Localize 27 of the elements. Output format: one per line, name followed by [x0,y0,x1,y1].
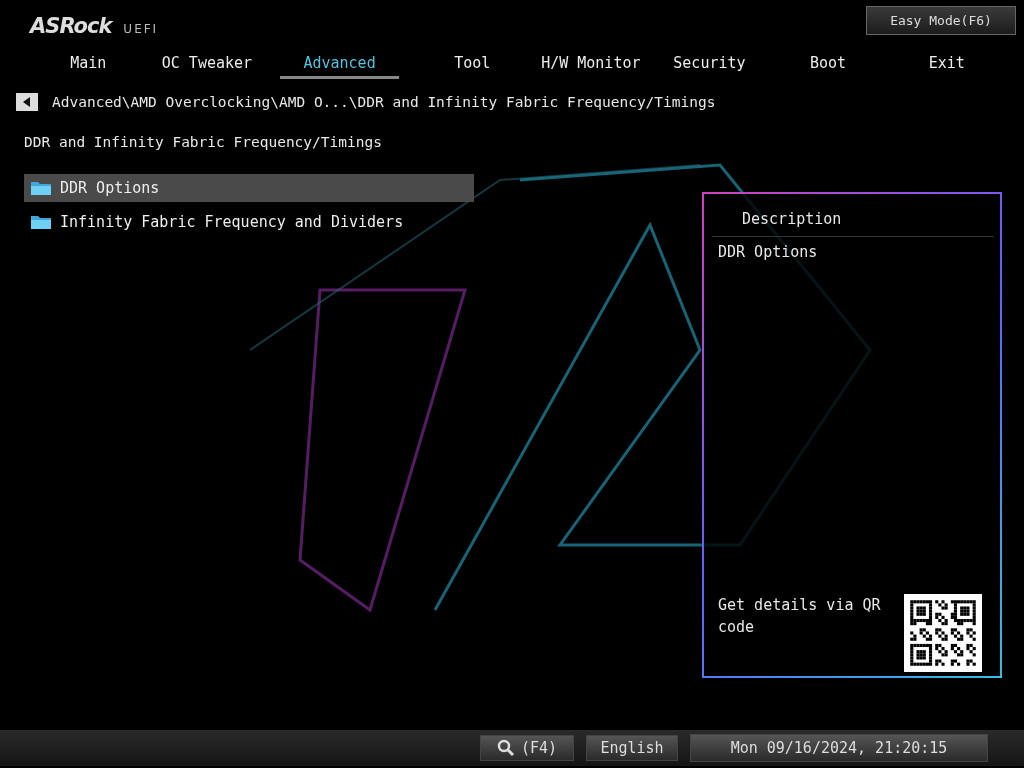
folder-icon [30,180,52,196]
menu-tab[interactable]: Exit [887,49,1006,79]
caret-icon [23,97,31,107]
qr-code-icon [904,594,982,672]
menu-tab[interactable]: OC Tweaker [147,49,267,79]
back-button[interactable] [16,93,38,111]
folder-icon [30,214,52,230]
breadcrumb-path: Advanced\AMD Overclocking\AMD O...\DDR and Infinity Fabric Frequency/Timings [52,94,716,110]
search-button[interactable]: (F4) [480,735,574,761]
menu-tab[interactable]: H/W Monitor [531,49,651,79]
menu-tab[interactable]: Advanced [280,49,399,79]
search-icon [496,739,515,757]
page-title: DDR and Infinity Fabric Frequency/Timings [23,133,383,152]
menu-item[interactable]: DDR Options [24,174,474,202]
menu-tab[interactable]: Main [29,49,148,79]
menu-tab[interactable]: Tool [412,49,532,79]
menu-tab[interactable]: Boot [768,49,888,79]
menu-item[interactable]: Infinity Fabric Frequency and Dividers [24,208,474,236]
language-button[interactable]: English [586,735,678,761]
description-text: DDR Options [717,242,819,263]
logo-suffix: UEFI [123,22,159,36]
description-heading: Description [712,194,994,237]
menu-tab[interactable]: Security [650,49,769,79]
date-time: Mon 09/16/2024, 21:20:15 [690,734,988,762]
easy-mode-button[interactable]: Easy Mode(F6) [866,6,1016,35]
logo-text: ASRock [30,14,112,38]
qr-hint-text: Get details via QR code [718,595,882,638]
